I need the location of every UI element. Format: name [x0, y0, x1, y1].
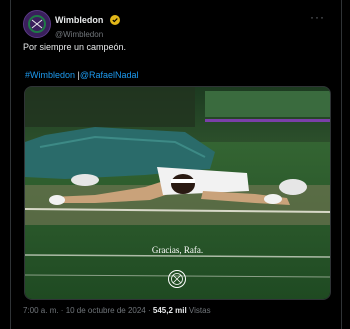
avatar[interactable]: [23, 10, 51, 38]
tweet-tags: #Wimbledon |@RafaelNadal: [25, 70, 139, 80]
media-image: [25, 87, 330, 299]
views-count: 545,2 mil: [152, 306, 187, 315]
meta-dot: ·: [58, 306, 66, 315]
tweet-text: Por siempre un campeón.: [23, 42, 127, 52]
mention-link[interactable]: @RafaelNadal: [80, 70, 139, 80]
wimbledon-logo-icon: [24, 11, 50, 37]
verified-badge-icon: [109, 14, 120, 25]
handle[interactable]: @Wimbledon: [55, 30, 120, 39]
more-options-icon[interactable]: ···: [310, 10, 325, 24]
views-label: Vistas: [188, 306, 211, 315]
hashtag-link[interactable]: #Wimbledon: [25, 70, 75, 80]
tweet-media[interactable]: Gracias, Rafa.: [24, 86, 331, 300]
timestamp-date[interactable]: 10 de octubre de 2024: [66, 306, 146, 315]
tweet-header: Wimbledon @Wimbledon ···: [23, 10, 333, 39]
wimbledon-logo-icon: [168, 270, 186, 288]
meta-dot: ·: [145, 306, 153, 315]
tweet-card: Wimbledon @Wimbledon ··· Por siempre un …: [10, 0, 342, 329]
display-name[interactable]: Wimbledon: [55, 15, 103, 25]
media-caption: Gracias, Rafa.: [151, 245, 204, 255]
timestamp-time[interactable]: 7:00 a. m.: [23, 306, 59, 315]
author-names: Wimbledon @Wimbledon: [55, 11, 120, 39]
tweet-meta: 7:00 a. m. · 10 de octubre de 2024 · 545…: [23, 306, 211, 315]
